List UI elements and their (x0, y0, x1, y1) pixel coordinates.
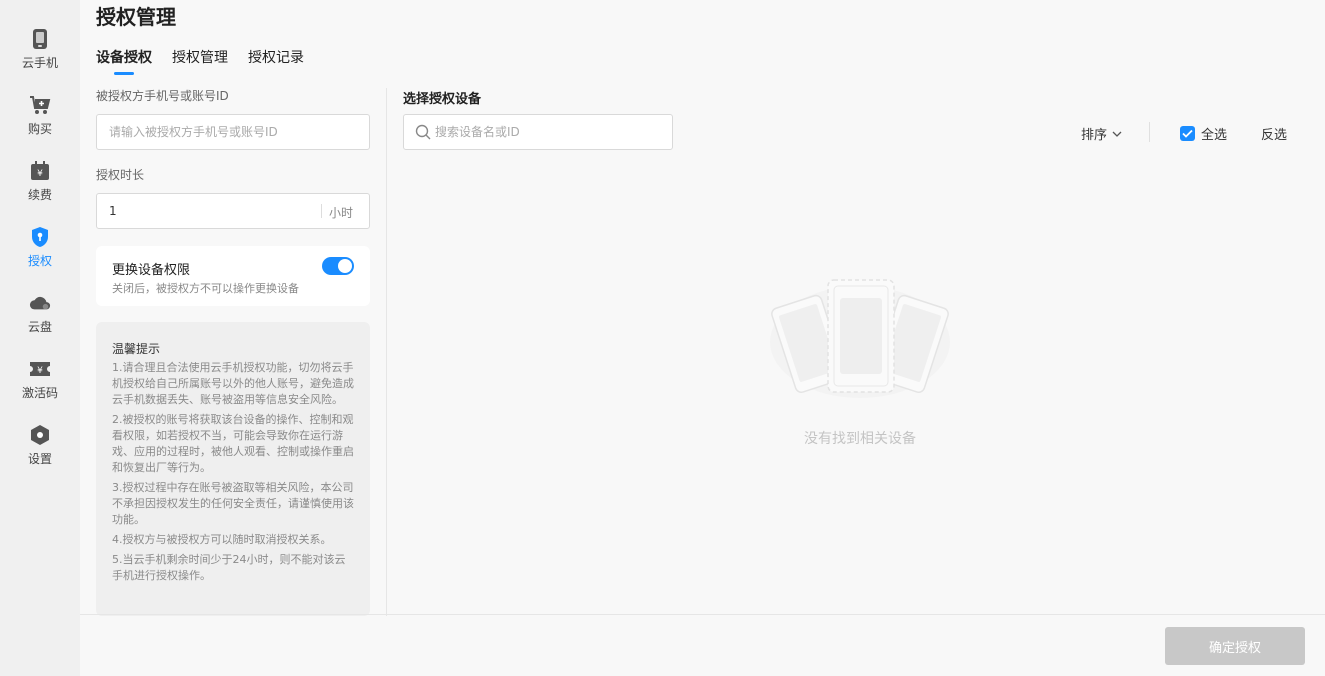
phone-icon (29, 28, 51, 50)
select-all-label: 全选 (1201, 128, 1228, 143)
sidebar-item-cloud-phone[interactable]: 云手机 (0, 26, 80, 86)
tip-item: 1.请合理且合法使用云手机授权功能，切勿将云手机授权给自己所属账号以外的他人账号… (112, 361, 354, 406)
sort-button[interactable]: 排序 (1081, 124, 1122, 143)
checkbox-checked-icon (1180, 126, 1195, 141)
switch-title: 更换设备权限 (112, 263, 191, 278)
sidebar: 云手机 购买 ¥ 续费 授权 云盘 ¥ 激活码 设置 (0, 0, 80, 676)
select-all-checkbox[interactable]: 全选 (1180, 124, 1227, 143)
sidebar-item-label: 激活码 (21, 386, 58, 400)
sidebar-item-authorize[interactable]: 授权 (0, 224, 80, 284)
tab-authorization-records[interactable]: 授权记录 (248, 48, 304, 68)
sidebar-item-settings[interactable]: 设置 (0, 422, 80, 482)
change-device-permission-toggle[interactable] (322, 257, 354, 275)
shield-icon (29, 226, 51, 248)
sidebar-item-label: 授权 (27, 254, 52, 268)
switch-description: 关闭后，被授权方不可以操作更换设备 (112, 282, 299, 295)
sidebar-item-renew[interactable]: ¥ 续费 (0, 158, 80, 218)
tab-device-authorization[interactable]: 设备授权 (96, 48, 152, 68)
svg-text:¥: ¥ (37, 169, 43, 179)
device-search-input[interactable] (435, 121, 665, 143)
tips-list: 1.请合理且合法使用云手机授权功能，切勿将云手机授权给自己所属账号以外的他人账号… (112, 360, 356, 588)
tip-item: 4.授权方与被授权方可以随时取消授权关系。 (112, 533, 332, 546)
empty-state-text: 没有找到相关设备 (804, 431, 916, 447)
ticket-icon: ¥ (29, 358, 51, 380)
chevron-down-icon (1112, 126, 1122, 141)
sidebar-item-buy[interactable]: 购买 (0, 92, 80, 152)
device-search-box (403, 114, 673, 150)
svg-text:¥: ¥ (37, 366, 43, 376)
sidebar-item-label: 续费 (27, 188, 52, 202)
cloud-icon (29, 292, 51, 314)
gear-icon (29, 424, 51, 446)
app-window: 云手机 购买 ¥ 续费 授权 云盘 ¥ 激活码 设置 授权管理 设备授权 授权管… (0, 0, 1325, 676)
duration-value: 1 (109, 204, 117, 218)
tips-card: 温馨提示 1.请合理且合法使用云手机授权功能，切勿将云手机授权给自己所属账号以外… (96, 322, 370, 616)
sidebar-item-label: 云手机 (21, 56, 58, 70)
tip-item: 3.授权过程中存在账号被盗取等相关风险，本公司不承担因授权发生的任何安全责任，请… (112, 481, 354, 526)
page-title: 授权管理 (96, 5, 176, 29)
duration-input[interactable]: 1 小时 (96, 193, 370, 229)
empty-devices-illustration (768, 272, 952, 406)
sidebar-item-activation-code[interactable]: ¥ 激活码 (0, 356, 80, 416)
device-section-title: 选择授权设备 (403, 92, 482, 107)
confirm-authorize-button[interactable]: 确定授权 (1165, 627, 1305, 665)
account-field-label: 被授权方手机号或账号ID (96, 89, 229, 103)
toolbar-divider (1149, 122, 1150, 142)
tab-authorization-management[interactable]: 授权管理 (172, 48, 228, 68)
active-tab-indicator (114, 72, 134, 75)
sidebar-item-cloud-disk[interactable]: 云盘 (0, 290, 80, 350)
panel-divider (386, 88, 387, 616)
duration-field-label: 授权时长 (96, 168, 145, 182)
tips-title: 温馨提示 (112, 342, 161, 356)
search-icon (415, 124, 431, 144)
duration-divider (321, 204, 322, 218)
account-input[interactable] (96, 114, 370, 150)
toggle-knob (338, 259, 352, 273)
change-device-permission-card: 更换设备权限 关闭后，被授权方不可以操作更换设备 (96, 246, 370, 306)
tip-item: 5.当云手机剩余时间少于24小时，则不能对该云手机进行授权操作。 (112, 553, 346, 582)
sidebar-item-label: 设置 (27, 452, 52, 466)
sidebar-item-label: 云盘 (27, 320, 52, 334)
renew-icon: ¥ (29, 160, 51, 182)
invert-selection-button[interactable]: 反选 (1261, 124, 1287, 143)
sidebar-item-label: 购买 (27, 122, 52, 136)
cart-icon (29, 94, 51, 116)
tip-item: 2.被授权的账号将获取该台设备的操作、控制和观看权限，如若授权不当，可能会导致你… (112, 413, 354, 474)
duration-unit: 小时 (329, 206, 354, 220)
sort-label: 排序 (1081, 128, 1108, 143)
footer-divider (80, 614, 1325, 615)
